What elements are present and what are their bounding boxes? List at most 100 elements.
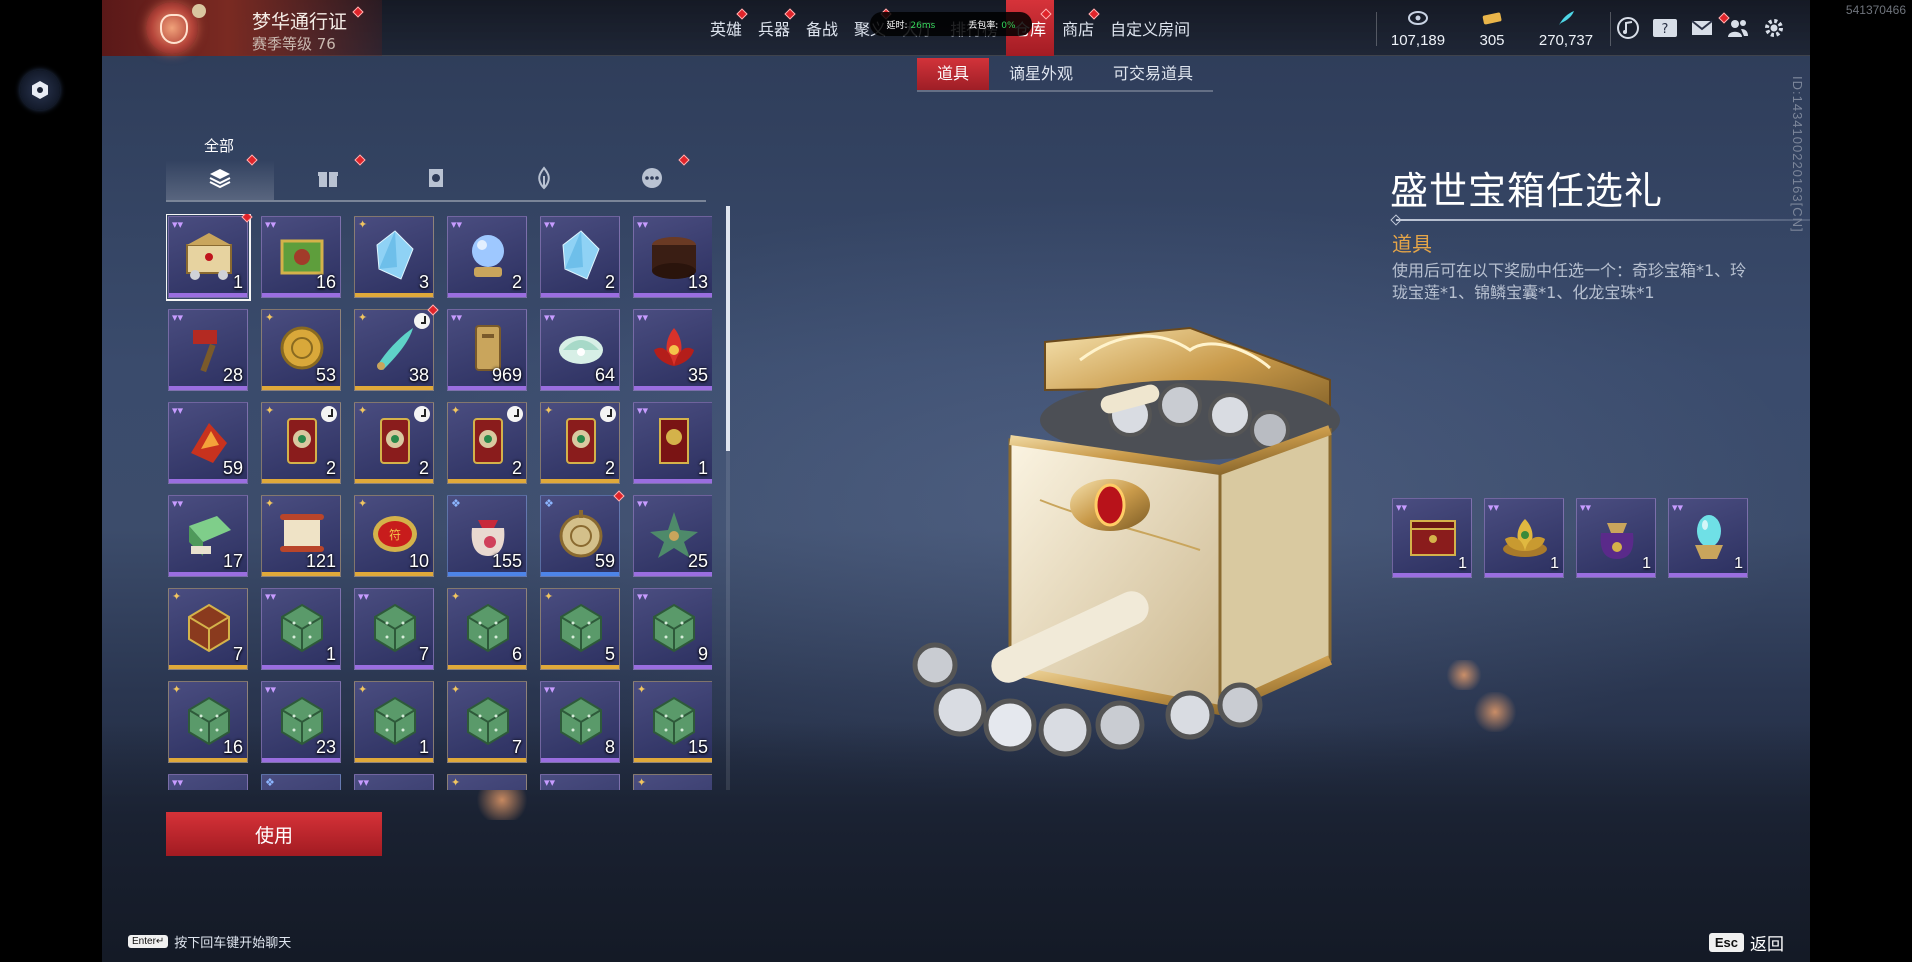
misc-item-icon xyxy=(181,785,237,790)
inventory-slot[interactable]: ▾▾ 35 xyxy=(633,309,712,391)
currency-value: 107,189 xyxy=(1390,32,1446,49)
inventory-slot[interactable]: ✦ 2 xyxy=(261,402,341,484)
inventory-slot[interactable]: ▾▾ 16 xyxy=(261,216,341,298)
inventory-slot[interactable]: ✦ 3 xyxy=(354,216,434,298)
category-tab[interactable] xyxy=(274,154,382,200)
inventory-slot[interactable]: ▾▾ 17 xyxy=(168,495,248,577)
item-count: 2 xyxy=(511,272,522,292)
clock-icon xyxy=(321,406,337,422)
inventory-slot[interactable]: ▾▾ 25 xyxy=(633,495,712,577)
inventory-slot[interactable]: ✦ 2 xyxy=(540,402,620,484)
inventory-slot[interactable]: ▾▾ 13 xyxy=(633,216,712,298)
category-tab[interactable] xyxy=(166,154,274,200)
nav-item[interactable]: 商店 xyxy=(1054,0,1102,56)
nav-item-label: 备战 xyxy=(806,20,839,39)
item-count: 59 xyxy=(222,458,243,478)
inventory-slot[interactable]: ▾▾ 2 xyxy=(447,216,527,298)
inventory-slot[interactable]: ✦ 1 xyxy=(354,681,434,763)
item-count: 23 xyxy=(315,737,336,757)
inventory-slot[interactable]: ✦ 7 xyxy=(447,681,527,763)
inventory-slot[interactable]: ✦ 2 xyxy=(447,402,527,484)
inventory-slot[interactable]: ✦ 6 xyxy=(447,588,527,670)
rarity-bar xyxy=(634,293,712,297)
currency-ticket[interactable]: 305 xyxy=(1452,10,1532,49)
inventory-slot[interactable]: ▾▾ xyxy=(540,774,620,790)
rarity-icon: ✦ xyxy=(637,683,647,696)
back-button[interactable]: Esc 返回 xyxy=(1708,930,1784,955)
inventory-slot[interactable]: ▾▾ 28 xyxy=(168,309,248,391)
currency-jade[interactable]: 107,189 xyxy=(1378,10,1458,49)
nav-item[interactable]: 自定义房间 xyxy=(1102,0,1198,56)
friends-icon[interactable] xyxy=(1726,16,1750,40)
inventory-slot[interactable]: ❖ xyxy=(261,774,341,790)
rarity-icon: ✦ xyxy=(172,683,182,696)
inventory-slot[interactable]: ✦ 15 xyxy=(633,681,712,763)
reward-slot[interactable]: ▾▾ 1 xyxy=(1576,498,1656,578)
inventory-slot[interactable]: ▾▾ 23 xyxy=(261,681,341,763)
inventory-slot[interactable]: ❖ 59 xyxy=(540,490,625,577)
reward-count: 1 xyxy=(1642,555,1651,572)
inventory-slot[interactable]: ✦ xyxy=(447,774,527,790)
inventory-slot[interactable]: ✦ 53 xyxy=(261,309,341,391)
nav-item-label: 英雄 xyxy=(710,20,743,39)
nav-item[interactable]: 英雄 xyxy=(702,0,750,56)
subtab[interactable]: 道具 xyxy=(917,58,990,90)
inventory-slot[interactable]: ✦ 5 xyxy=(540,588,620,670)
inventory-slot[interactable]: ▾▾ 59 xyxy=(168,402,248,484)
scrollbar-thumb[interactable] xyxy=(726,206,730,452)
inventory-slot[interactable]: ▾▾ xyxy=(354,774,434,790)
help-icon[interactable]: ? xyxy=(1652,16,1677,40)
inventory-slot[interactable]: ❖ 155 xyxy=(447,495,527,577)
inventory-slot[interactable]: ✦ xyxy=(633,774,712,790)
category-tab[interactable] xyxy=(382,160,490,200)
inventory-slot[interactable]: ✦ 2 xyxy=(354,402,434,484)
battle-pass-panel[interactable]: 梦华通行证 赛季等级 76 xyxy=(102,0,382,56)
category-tab[interactable] xyxy=(598,154,706,200)
currency-feather[interactable]: 270,737 xyxy=(1526,10,1606,49)
chat-hint[interactable]: Enter↵ 按下回车键开始聊天 xyxy=(128,932,291,951)
rarity-bar xyxy=(169,479,247,483)
rarity-icon: ▾▾ xyxy=(358,776,370,789)
reward-slot[interactable]: ▾▾ 1 xyxy=(1484,498,1564,578)
rarity-icon: ❖ xyxy=(265,776,275,789)
floating-overlay-button[interactable] xyxy=(20,70,60,110)
red-card-item-icon xyxy=(659,418,689,464)
mail-icon[interactable] xyxy=(1690,16,1714,40)
nav-item[interactable]: 备战 xyxy=(798,0,846,56)
item-count: 2 xyxy=(511,458,522,478)
notification-dot xyxy=(246,154,258,166)
music-icon[interactable] xyxy=(1616,16,1640,40)
inventory-slot[interactable]: ▾▾ 2 xyxy=(540,216,620,298)
inventory-slot[interactable]: ▾▾ 1 xyxy=(261,588,341,670)
inventory-slot[interactable]: ✦ 38 xyxy=(354,304,439,391)
inventory-slot[interactable]: ▾▾ 1 xyxy=(166,214,253,301)
rarity-bar xyxy=(169,386,247,390)
category-tab[interactable] xyxy=(490,160,598,200)
reward-count: 1 xyxy=(1550,555,1559,572)
rarity-bar xyxy=(1669,573,1747,577)
inventory-slot[interactable]: 符 ✦ 10 xyxy=(354,495,434,577)
reward-slot[interactable]: ▾▾ 1 xyxy=(1668,498,1748,578)
subtab[interactable]: 谪星外观 xyxy=(989,58,1093,90)
inventory-slot[interactable]: ▾▾ 8 xyxy=(540,681,620,763)
inventory-slot[interactable]: ▾▾ 969 xyxy=(447,309,527,391)
inventory-slot[interactable]: ▾▾ xyxy=(168,774,248,790)
purple-pouch-icon xyxy=(1600,523,1634,559)
rarity-bar xyxy=(541,758,619,762)
nav-item[interactable]: 兵器 xyxy=(750,0,798,56)
inventory-slot[interactable]: ▾▾ 9 xyxy=(633,588,712,670)
inventory-slot[interactable]: ✦ 7 xyxy=(168,588,248,670)
inventory-slot[interactable]: ▾▾ 64 xyxy=(540,309,620,391)
inventory-slot[interactable]: ▾▾ 1 xyxy=(633,402,712,484)
subtab[interactable]: 可交易道具 xyxy=(1093,58,1213,90)
inventory-slot[interactable]: ✦ 16 xyxy=(168,681,248,763)
rarity-bar xyxy=(262,386,340,390)
reward-slot[interactable]: ▾▾ 1 xyxy=(1392,498,1472,578)
inventory-slot[interactable]: ✦ 121 xyxy=(261,495,341,577)
settings-icon[interactable] xyxy=(1762,16,1786,40)
gold-ticket-icon xyxy=(1482,12,1502,25)
rarity-icon: ▾▾ xyxy=(637,404,649,417)
item-grid-scrollbar[interactable] xyxy=(726,206,730,790)
use-button[interactable]: 使用 xyxy=(166,812,382,856)
inventory-slot[interactable]: ▾▾ 7 xyxy=(354,588,434,670)
